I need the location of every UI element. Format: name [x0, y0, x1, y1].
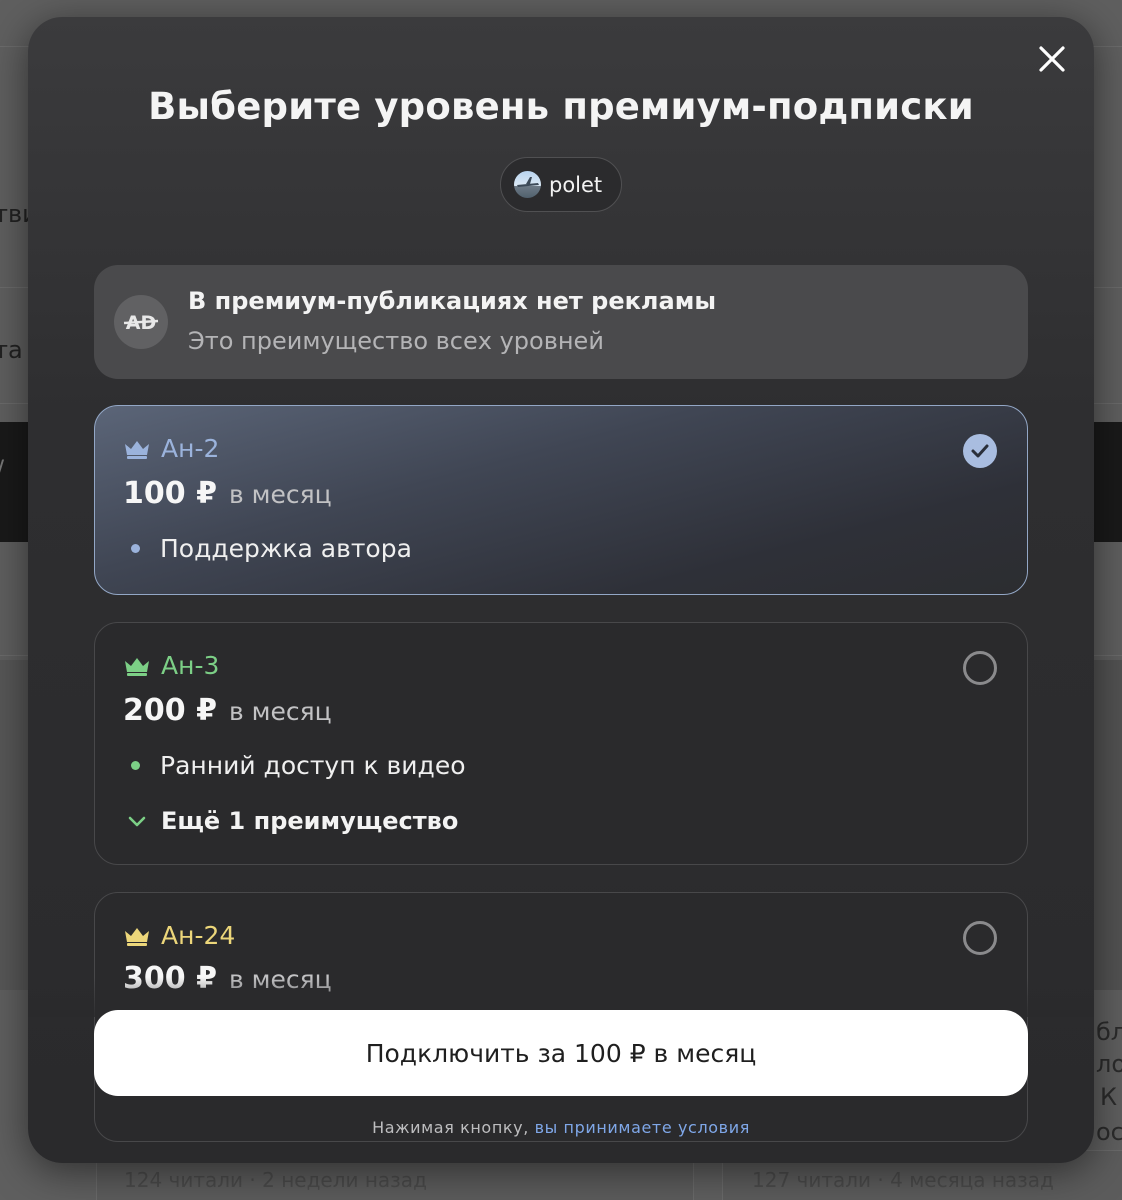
- tier-card-an2[interactable]: Ан-2 100 ₽ в месяц Поддержка автора: [94, 405, 1028, 595]
- bg-text: /: [0, 455, 4, 483]
- bullet-icon: [131, 544, 140, 553]
- bullet-icon: [131, 761, 140, 770]
- bg-card-meta: 127 читали · 4 месяца назад: [752, 1168, 1054, 1192]
- tier-name-label: Ан-2: [161, 434, 220, 463]
- close-icon: [1039, 46, 1065, 72]
- tier-name: Ан-24: [123, 921, 235, 950]
- tier-name-label: Ан-24: [161, 921, 236, 950]
- tier-card-an3[interactable]: Ан-3 200 ₽ в месяц Ранний доступ к видео…: [94, 622, 1028, 865]
- airplane-icon: [517, 177, 539, 187]
- no-ads-info: AD В премиум-публикациях нет рекламы Это…: [94, 265, 1028, 379]
- price-period: в месяц: [228, 697, 332, 726]
- price-value: 200 ₽: [123, 693, 217, 728]
- benefit-item: Поддержка автора: [131, 534, 412, 563]
- subscription-modal: Выберите уровень премиум-подписки polet …: [28, 17, 1094, 1163]
- benefit-item: Ранний доступ к видео: [131, 751, 466, 780]
- channel-name: polet: [549, 172, 603, 197]
- crown-icon: [125, 927, 149, 946]
- modal-title: Выберите уровень премиум-подписки: [148, 85, 974, 128]
- bg-text: К: [1100, 1083, 1118, 1111]
- info-subtitle: Это преимущество всех уровней: [188, 327, 604, 355]
- show-more-benefits[interactable]: Ещё 1 преимущество: [127, 807, 458, 835]
- checkmark-icon: [971, 444, 989, 458]
- tier-radio[interactable]: [963, 921, 997, 955]
- bg-text: ос: [1096, 1118, 1122, 1146]
- tier-name: Ан-3: [123, 651, 219, 680]
- bg-card-meta: 124 читали · 2 недели назад: [124, 1168, 427, 1192]
- tier-radio[interactable]: [963, 651, 997, 685]
- bg-photo: [1094, 660, 1122, 990]
- benefit-text: Ранний доступ к видео: [160, 751, 466, 780]
- price-period: в месяц: [228, 480, 332, 509]
- tier-price: 100 ₽ в месяц: [123, 476, 332, 511]
- chevron-down-icon: [128, 816, 146, 827]
- crown-icon: [125, 657, 149, 676]
- terms-link[interactable]: вы принимаете условия: [535, 1118, 750, 1137]
- no-ads-icon: AD: [114, 295, 168, 349]
- bg-text: та: [0, 336, 23, 364]
- price-value: 100 ₽: [123, 476, 217, 511]
- benefit-text: Поддержка автора: [160, 534, 412, 563]
- tier-name: Ан-2: [123, 434, 219, 463]
- info-title: В премиум-публикациях нет рекламы: [188, 287, 717, 315]
- bg-text: ло: [1096, 1050, 1122, 1078]
- tier-radio-checked[interactable]: [963, 434, 997, 468]
- bg-photo: [0, 660, 28, 990]
- tier-name-label: Ан-3: [161, 651, 220, 680]
- close-button[interactable]: [1032, 39, 1072, 79]
- more-benefits-label: Ещё 1 преимущество: [161, 807, 459, 835]
- tier-price: 200 ₽ в месяц: [123, 693, 332, 728]
- subscribe-button[interactable]: Подключить за 100 ₽ в месяц: [94, 1010, 1028, 1096]
- terms-note: Нажимая кнопку, вы принимаете условия: [28, 1118, 1094, 1137]
- bg-text: бли: [1096, 1018, 1122, 1046]
- crown-icon: [125, 440, 149, 459]
- channel-avatar: [514, 171, 541, 198]
- terms-prefix: Нажимая кнопку,: [372, 1118, 535, 1137]
- channel-chip[interactable]: polet: [500, 157, 622, 212]
